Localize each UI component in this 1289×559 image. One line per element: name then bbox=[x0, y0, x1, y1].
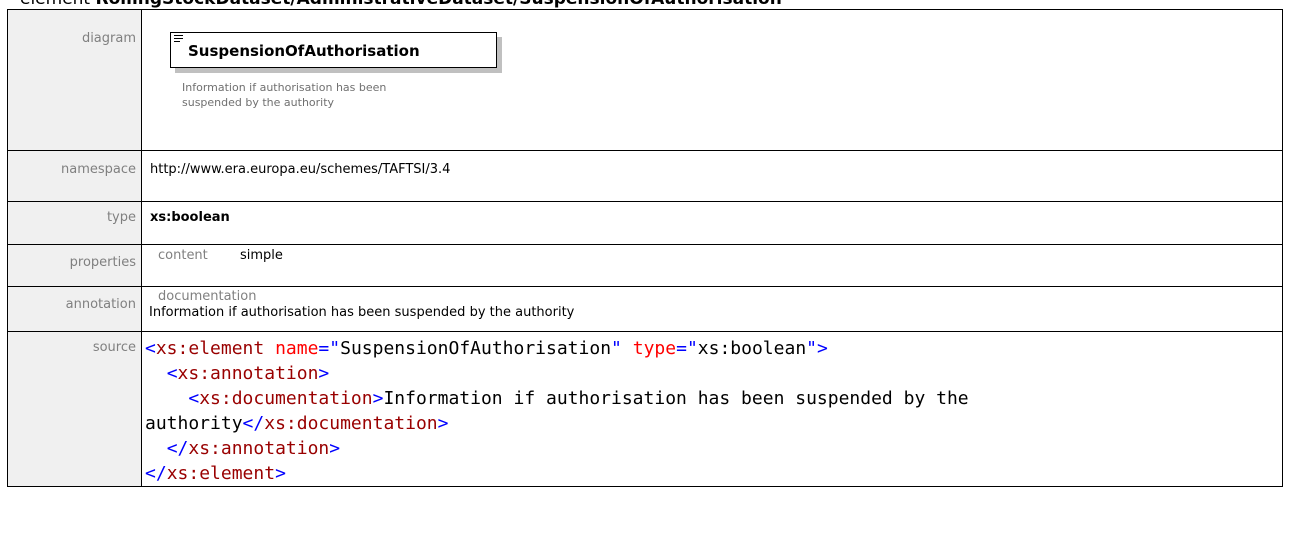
diagram-cell: SuspensionOfAuthorisation Information if… bbox=[141, 9, 1283, 151]
annotation-key: documentation bbox=[158, 289, 257, 304]
annotation-cell: documentation Information if authorisati… bbox=[141, 286, 1283, 332]
source-cell: <xs:element name="SuspensionOfAuthorisat… bbox=[141, 331, 1283, 487]
diagram-doc-line1: Information if authorisation has been bbox=[182, 81, 387, 94]
label-properties: properties bbox=[7, 244, 142, 287]
label-source: source bbox=[7, 331, 142, 487]
label-diagram: diagram bbox=[7, 9, 142, 151]
label-annotation: annotation bbox=[7, 286, 142, 332]
element-glyph-icon bbox=[174, 35, 183, 44]
row-diagram: diagram SuspensionOfAuthorisation Inform… bbox=[7, 9, 1283, 151]
label-type: type bbox=[7, 201, 142, 245]
diagram-documentation: Information if authorisation has been su… bbox=[182, 80, 412, 110]
property-key: content bbox=[158, 248, 208, 263]
property-content: content simple bbox=[158, 248, 1282, 263]
row-annotation: annotation documentation Information if … bbox=[7, 286, 1283, 332]
element-properties-table: diagram SuspensionOfAuthorisation Inform… bbox=[7, 9, 1283, 487]
page-title: element RollingStockDataset/Administrati… bbox=[20, 0, 782, 9]
title-element-path: RollingStockDataset/AdministrativeDatase… bbox=[96, 0, 782, 9]
label-namespace: namespace bbox=[7, 150, 142, 202]
property-value: simple bbox=[240, 248, 283, 263]
xml-source-code: <xs:element name="SuspensionOfAuthorisat… bbox=[145, 338, 980, 484]
properties-cell: content simple bbox=[141, 244, 1283, 287]
diagram-element-box[interactable]: SuspensionOfAuthorisation bbox=[170, 32, 497, 68]
row-source: source <xs:element name="SuspensionOfAut… bbox=[7, 331, 1283, 487]
type-value[interactable]: xs:boolean bbox=[141, 201, 1283, 245]
diagram-element-name: SuspensionOfAuthorisation bbox=[188, 42, 420, 60]
row-type: type xs:boolean bbox=[7, 201, 1283, 245]
row-namespace: namespace http://www.era.europa.eu/schem… bbox=[7, 150, 1283, 202]
namespace-value: http://www.era.europa.eu/schemes/TAFTSI/… bbox=[141, 150, 1283, 202]
row-properties: properties content simple bbox=[7, 244, 1283, 287]
diagram-doc-line2: suspended by the authority bbox=[182, 96, 335, 109]
schema-diagram: SuspensionOfAuthorisation Information if… bbox=[142, 10, 1282, 150]
title-lead: element bbox=[20, 0, 96, 9]
annotation-text: Information if authorisation has been su… bbox=[149, 305, 575, 320]
